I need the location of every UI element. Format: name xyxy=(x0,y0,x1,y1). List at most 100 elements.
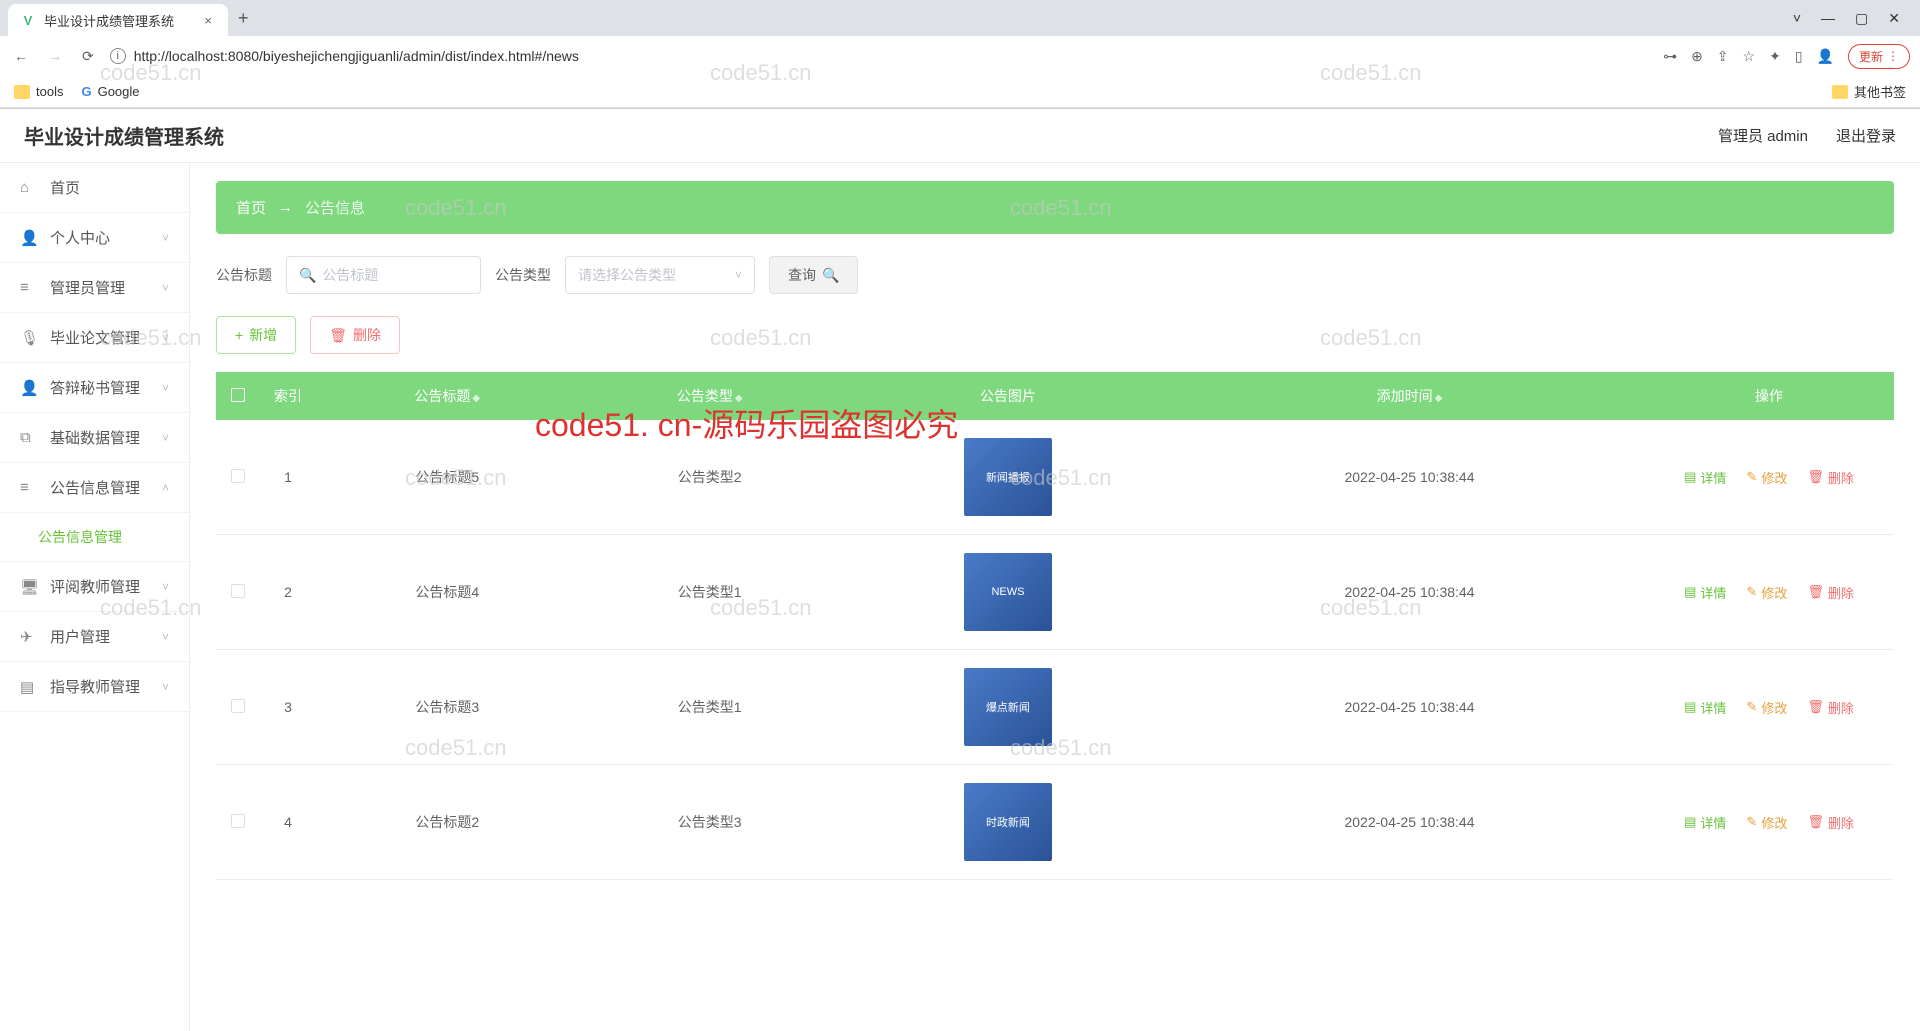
select-all-checkbox[interactable] xyxy=(231,388,245,402)
close-window-icon[interactable]: ✕ xyxy=(1888,10,1900,27)
bookmark-other[interactable]: 其他书签 xyxy=(1832,82,1906,101)
cell-title: 公告标题2 xyxy=(316,765,578,880)
row-checkbox[interactable] xyxy=(231,814,245,828)
breadcrumb-current: 公告信息 xyxy=(305,197,365,218)
new-tab-button[interactable]: + xyxy=(228,8,259,29)
sidebar-item-review[interactable]: 🖥评阅教师管理˅ xyxy=(0,562,189,612)
filter-title-label: 公告标题 xyxy=(216,265,272,285)
sidebar-item-personal[interactable]: 👤个人中心˅ xyxy=(0,213,189,263)
cell-image: 新闻播报 xyxy=(841,420,1175,535)
close-tab-icon[interactable]: × xyxy=(200,13,216,28)
chevron-down-icon[interactable]: ˅ xyxy=(1793,10,1801,27)
detail-button[interactable]: ▤详情 xyxy=(1684,468,1726,487)
sidebar-item-user[interactable]: ✈用户管理˅ xyxy=(0,612,189,662)
detail-button[interactable]: ▤详情 xyxy=(1684,583,1726,602)
update-button[interactable]: 更新⋮ xyxy=(1848,44,1910,69)
sidebar: ⌂首页 👤个人中心˅ ≡管理员管理˅ 🎙毕业论文管理˅ 👤答辩秘书管理˅ ⧉基础… xyxy=(0,163,190,1031)
row-checkbox[interactable] xyxy=(231,469,245,483)
forward-icon[interactable]: → xyxy=(44,48,66,64)
filter-type-placeholder: 请选择公告类型 xyxy=(578,265,676,285)
sidebar-item-thesis[interactable]: 🎙毕业论文管理˅ xyxy=(0,313,189,363)
key-icon[interactable]: ⊶ xyxy=(1663,48,1677,65)
cell-title: 公告标题5 xyxy=(316,420,578,535)
col-type[interactable]: 公告类型◆ xyxy=(578,372,840,420)
row-delete-button[interactable]: 🗑删除 xyxy=(1807,813,1854,832)
site-info-icon[interactable]: i xyxy=(110,48,126,64)
list-icon: ≡ xyxy=(20,479,40,496)
sidebar-item-notice[interactable]: ≡公告信息管理˄ xyxy=(0,463,189,513)
url-input[interactable]: i http://localhost:8080/biyeshejichengji… xyxy=(110,48,1651,64)
thumbnail-image[interactable]: 新闻播报 xyxy=(964,438,1052,516)
cell-type: 公告类型2 xyxy=(578,420,840,535)
thumbnail-image[interactable]: 时政新闻 xyxy=(964,783,1052,861)
table-row: 4公告标题2公告类型3时政新闻2022-04-25 10:38:44▤详情✎修改… xyxy=(216,765,1894,880)
minimize-icon[interactable]: — xyxy=(1821,10,1835,27)
bookmark-star-icon[interactable]: ☆ xyxy=(1743,48,1756,65)
cell-index: 1 xyxy=(260,420,316,535)
profile-avatar-icon[interactable]: 👤 xyxy=(1817,48,1834,65)
cell-index: 4 xyxy=(260,765,316,880)
address-bar-icons: ⊶ ⊕ ⇪ ☆ ✦ ▯ 👤 更新⋮ xyxy=(1663,44,1910,69)
col-time[interactable]: 添加时间◆ xyxy=(1175,372,1644,420)
sidebar-item-basedata[interactable]: ⧉基础数据管理˅ xyxy=(0,413,189,463)
edit-button[interactable]: ✎修改 xyxy=(1746,583,1787,602)
extensions-icon[interactable]: ✦ xyxy=(1769,48,1781,65)
tab-title: 毕业设计成绩管理系统 xyxy=(44,11,174,30)
detail-button[interactable]: ▤详情 xyxy=(1684,813,1726,832)
doc-icon: ▤ xyxy=(1684,699,1696,715)
panel-icon[interactable]: ▯ xyxy=(1795,48,1803,65)
person-icon: 👤 xyxy=(20,379,40,397)
mic-icon: 🎙 xyxy=(20,329,40,347)
table-row: 3公告标题3公告类型1爆点新闻2022-04-25 10:38:44▤详情✎修改… xyxy=(216,650,1894,765)
plus-icon: + xyxy=(235,327,243,343)
edit-button[interactable]: ✎修改 xyxy=(1746,813,1787,832)
cell-title: 公告标题3 xyxy=(316,650,578,765)
zoom-icon[interactable]: ⊕ xyxy=(1691,48,1703,65)
edit-button[interactable]: ✎修改 xyxy=(1746,698,1787,717)
row-checkbox[interactable] xyxy=(231,584,245,598)
trash-icon: 🗑 xyxy=(1807,699,1824,715)
edit-icon: ✎ xyxy=(1746,469,1757,485)
search-icon: 🔍 xyxy=(299,267,316,284)
thumbnail-image[interactable]: NEWS xyxy=(964,553,1052,631)
query-button[interactable]: 查询 🔍 xyxy=(769,256,858,294)
browser-tab[interactable]: V 毕业设计成绩管理系统 × xyxy=(8,4,228,36)
share-icon[interactable]: ⇪ xyxy=(1717,48,1729,65)
maximize-icon[interactable]: ▢ xyxy=(1855,10,1868,27)
doc-icon: ▤ xyxy=(1684,469,1696,485)
row-delete-button[interactable]: 🗑删除 xyxy=(1807,468,1854,487)
app-header: 毕业设计成绩管理系统 管理员 admin 退出登录 xyxy=(0,109,1920,163)
logout-button[interactable]: 退出登录 xyxy=(1836,125,1896,146)
table-row: 2公告标题4公告类型1NEWS2022-04-25 10:38:44▤详情✎修改… xyxy=(216,535,1894,650)
vue-favicon-icon: V xyxy=(20,12,36,28)
reload-icon[interactable]: ⟳ xyxy=(78,48,98,65)
sidebar-item-admin[interactable]: ≡管理员管理˅ xyxy=(0,263,189,313)
back-icon[interactable]: ← xyxy=(10,48,32,64)
row-delete-button[interactable]: 🗑删除 xyxy=(1807,583,1854,602)
breadcrumb-home[interactable]: 首页 xyxy=(236,197,266,218)
app-title: 毕业设计成绩管理系统 xyxy=(24,121,224,150)
row-delete-button[interactable]: 🗑删除 xyxy=(1807,698,1854,717)
bookmark-tools[interactable]: tools xyxy=(14,84,63,99)
edit-button[interactable]: ✎修改 xyxy=(1746,468,1787,487)
sidebar-item-advisor[interactable]: ▤指导教师管理˅ xyxy=(0,662,189,712)
bookmark-google[interactable]: GGoogle xyxy=(81,84,139,99)
user-icon: 👤 xyxy=(20,229,40,247)
filter-title-input[interactable]: 🔍 公告标题 xyxy=(286,256,481,294)
thumbnail-image[interactable]: 爆点新闻 xyxy=(964,668,1052,746)
sidebar-subitem-notice[interactable]: 公告信息管理 xyxy=(0,513,189,562)
cell-index: 2 xyxy=(260,535,316,650)
add-button[interactable]: +新增 xyxy=(216,316,296,354)
user-label[interactable]: 管理员 admin xyxy=(1718,125,1808,146)
filter-type-select[interactable]: 请选择公告类型 ˅ xyxy=(565,256,755,294)
detail-button[interactable]: ▤详情 xyxy=(1684,698,1726,717)
sidebar-item-home[interactable]: ⌂首页 xyxy=(0,163,189,213)
col-image: 公告图片 xyxy=(841,372,1175,420)
breadcrumb-arrow: → xyxy=(278,199,293,216)
col-title[interactable]: 公告标题◆ xyxy=(316,372,578,420)
sidebar-item-defense[interactable]: 👤答辩秘书管理˅ xyxy=(0,363,189,413)
app-body: ⌂首页 👤个人中心˅ ≡管理员管理˅ 🎙毕业论文管理˅ 👤答辩秘书管理˅ ⧉基础… xyxy=(0,163,1920,1031)
row-checkbox[interactable] xyxy=(231,699,245,713)
tab-bar: V 毕业设计成绩管理系统 × + ˅ — ▢ ✕ xyxy=(0,0,1920,36)
delete-button[interactable]: 🗑删除 xyxy=(310,316,400,354)
